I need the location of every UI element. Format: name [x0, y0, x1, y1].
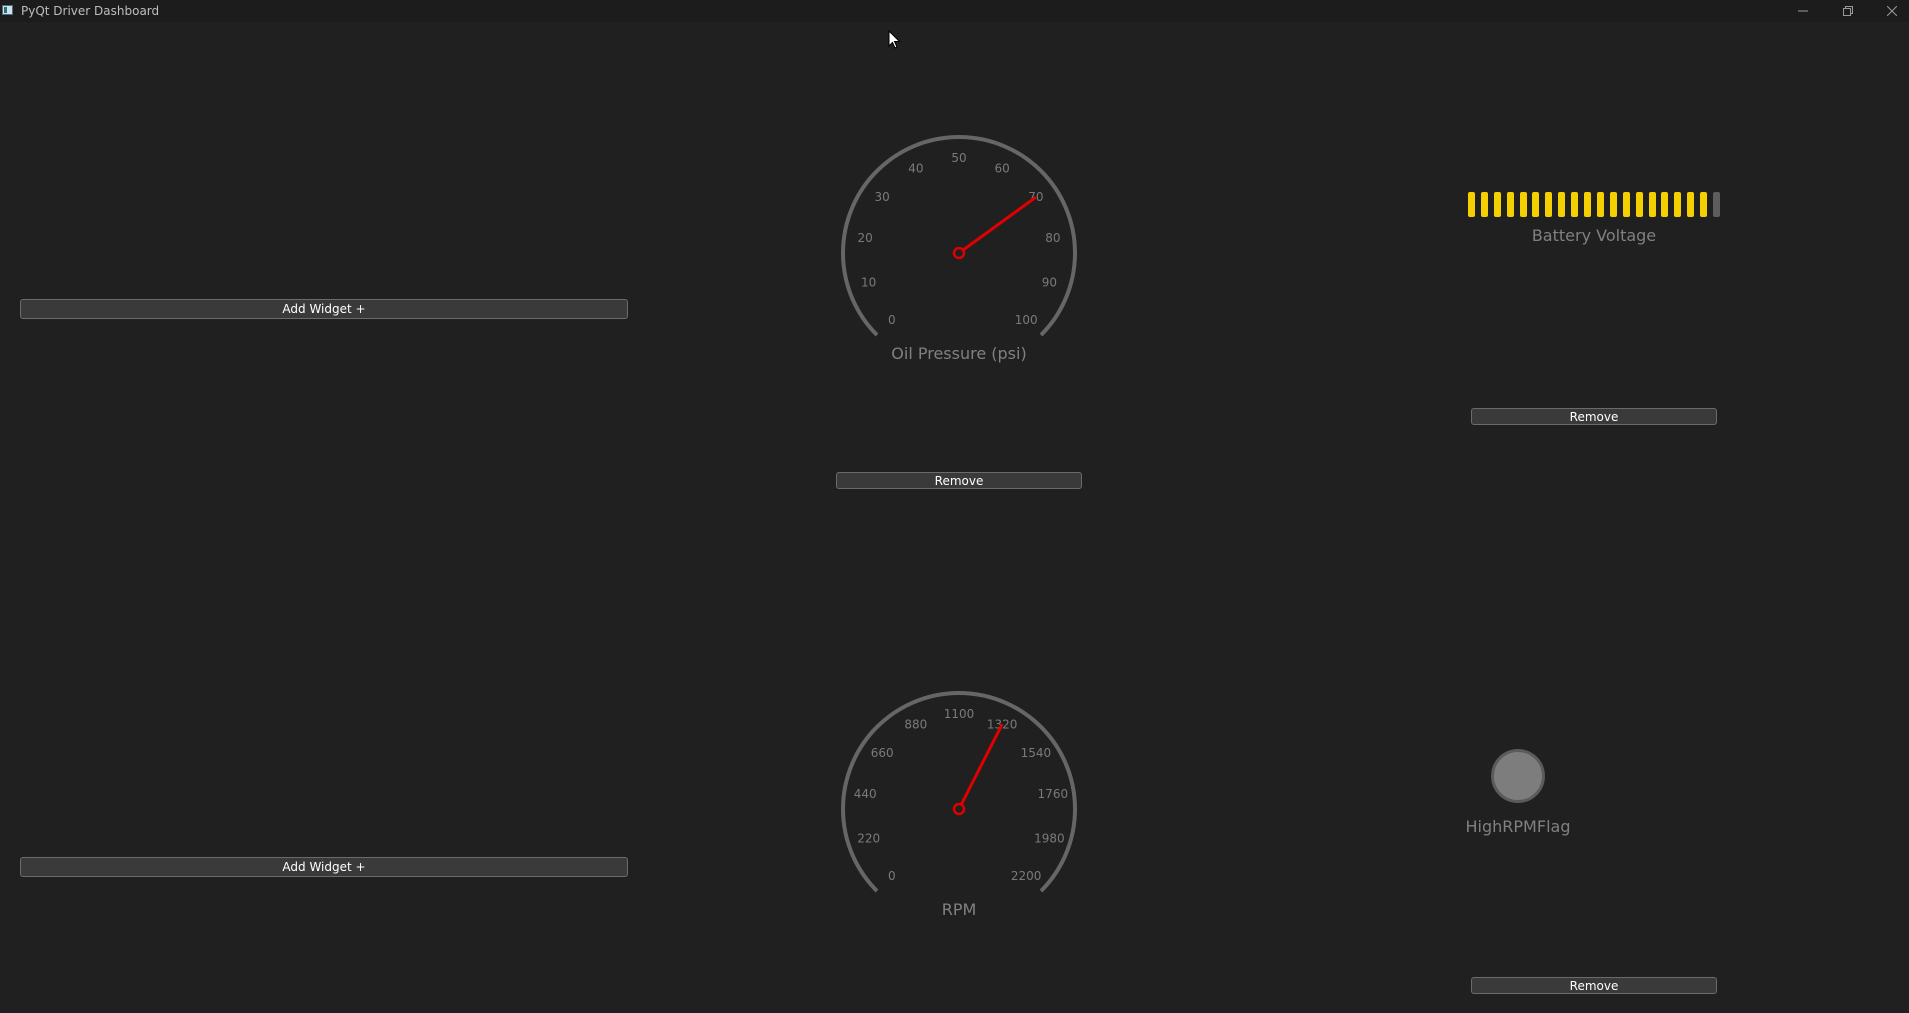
rpm-tick-label: 1980	[1034, 831, 1065, 845]
battery-segment	[1493, 192, 1501, 217]
battery-segment	[1545, 192, 1553, 217]
battery-segment	[1596, 192, 1604, 217]
battery-segment	[1648, 192, 1656, 217]
rpm-tick-label: 440	[854, 787, 877, 801]
battery-segment	[1480, 192, 1488, 217]
battery-segment	[1674, 192, 1682, 217]
battery-segment	[1687, 192, 1695, 217]
rpm-tick-label: 660	[871, 746, 894, 760]
battery-voltage-bar	[1468, 192, 1720, 217]
minimize-button[interactable]	[1781, 0, 1825, 22]
battery-segment	[1532, 192, 1540, 217]
rpm-gauge: 0 220 440 660 880 1100 1320 1540 1760 1980 2200	[841, 691, 1077, 893]
close-button[interactable]	[1870, 0, 1909, 22]
oil-pressure-tick-label: 40	[908, 161, 923, 175]
rpm-tick-label: 0	[888, 869, 896, 883]
oil-pressure-gauge-arc	[841, 135, 1077, 337]
battery-segment	[1558, 192, 1566, 217]
oil-pressure-gauge: 0102030405060708090100	[841, 135, 1077, 337]
close-icon	[1887, 6, 1897, 16]
oil-pressure-label: Oil Pressure (psi)	[891, 344, 1027, 363]
rpm-label: RPM	[941, 900, 977, 919]
oil-pressure-tick-label: 90	[1042, 275, 1057, 289]
high-rpm-flag-label: HighRPMFlag	[1465, 817, 1571, 836]
oil-pressure-tick-label: 10	[861, 275, 876, 289]
rpm-needle	[957, 723, 1004, 810]
mouse-cursor-icon	[888, 30, 901, 49]
rpm-tick-label: 1100	[944, 707, 975, 721]
rpm-tick-label: 880	[904, 717, 927, 731]
battery-segment	[1609, 192, 1617, 217]
rpm-tick-label: 220	[857, 831, 880, 845]
oil-pressure-tick-label: 30	[875, 190, 890, 204]
rpm-tick-label: 1320	[987, 717, 1018, 731]
add-widget-button[interactable]: Add Widget +	[20, 299, 628, 319]
window-title: PyQt Driver Dashboard	[21, 4, 160, 18]
battery-segment	[1519, 192, 1527, 217]
oil-pressure-tick-label: 60	[994, 161, 1009, 175]
battery-segment	[1661, 192, 1669, 217]
oil-pressure-tick-label: 100	[1015, 313, 1038, 327]
rpm-tick-label: 1540	[1021, 746, 1052, 760]
app-icon	[2, 5, 13, 15]
battery-segment	[1506, 192, 1514, 217]
battery-segment	[1713, 192, 1720, 217]
oil-pressure-needle-hub	[952, 246, 966, 260]
rpm-tick-label: 2200	[1011, 869, 1042, 883]
battery-segment	[1635, 192, 1643, 217]
remove-high-rpm-button[interactable]: Remove	[1471, 977, 1717, 994]
rpm-tick-label: 1760	[1038, 787, 1069, 801]
battery-segment	[1584, 192, 1592, 217]
battery-segment	[1571, 192, 1579, 217]
battery-segment	[1468, 192, 1475, 217]
maximize-icon	[1843, 6, 1853, 16]
minimize-icon	[1798, 10, 1808, 12]
battery-segment	[1700, 192, 1708, 217]
battery-voltage-label: Battery Voltage	[1531, 226, 1657, 245]
remove-oil-pressure-button[interactable]: Remove	[836, 472, 1082, 489]
maximize-button[interactable]	[1826, 0, 1870, 22]
oil-pressure-tick-label: 50	[951, 151, 966, 165]
rpm-needle-hub	[952, 802, 966, 816]
battery-segment	[1622, 192, 1630, 217]
add-widget-button[interactable]: Add Widget +	[20, 857, 628, 877]
oil-pressure-tick-label: 80	[1045, 231, 1060, 245]
title-bar[interactable]: PyQt Driver Dashboard	[0, 0, 1909, 22]
high-rpm-indicator-lamp	[1491, 749, 1545, 803]
oil-pressure-tick-label: 20	[858, 231, 873, 245]
remove-battery-button[interactable]: Remove	[1471, 408, 1717, 425]
oil-pressure-tick-label: 0	[888, 313, 896, 327]
oil-pressure-needle	[958, 195, 1037, 255]
dashboard-window: PyQt Driver Dashboard Add Widget + Add W…	[0, 0, 1909, 1013]
